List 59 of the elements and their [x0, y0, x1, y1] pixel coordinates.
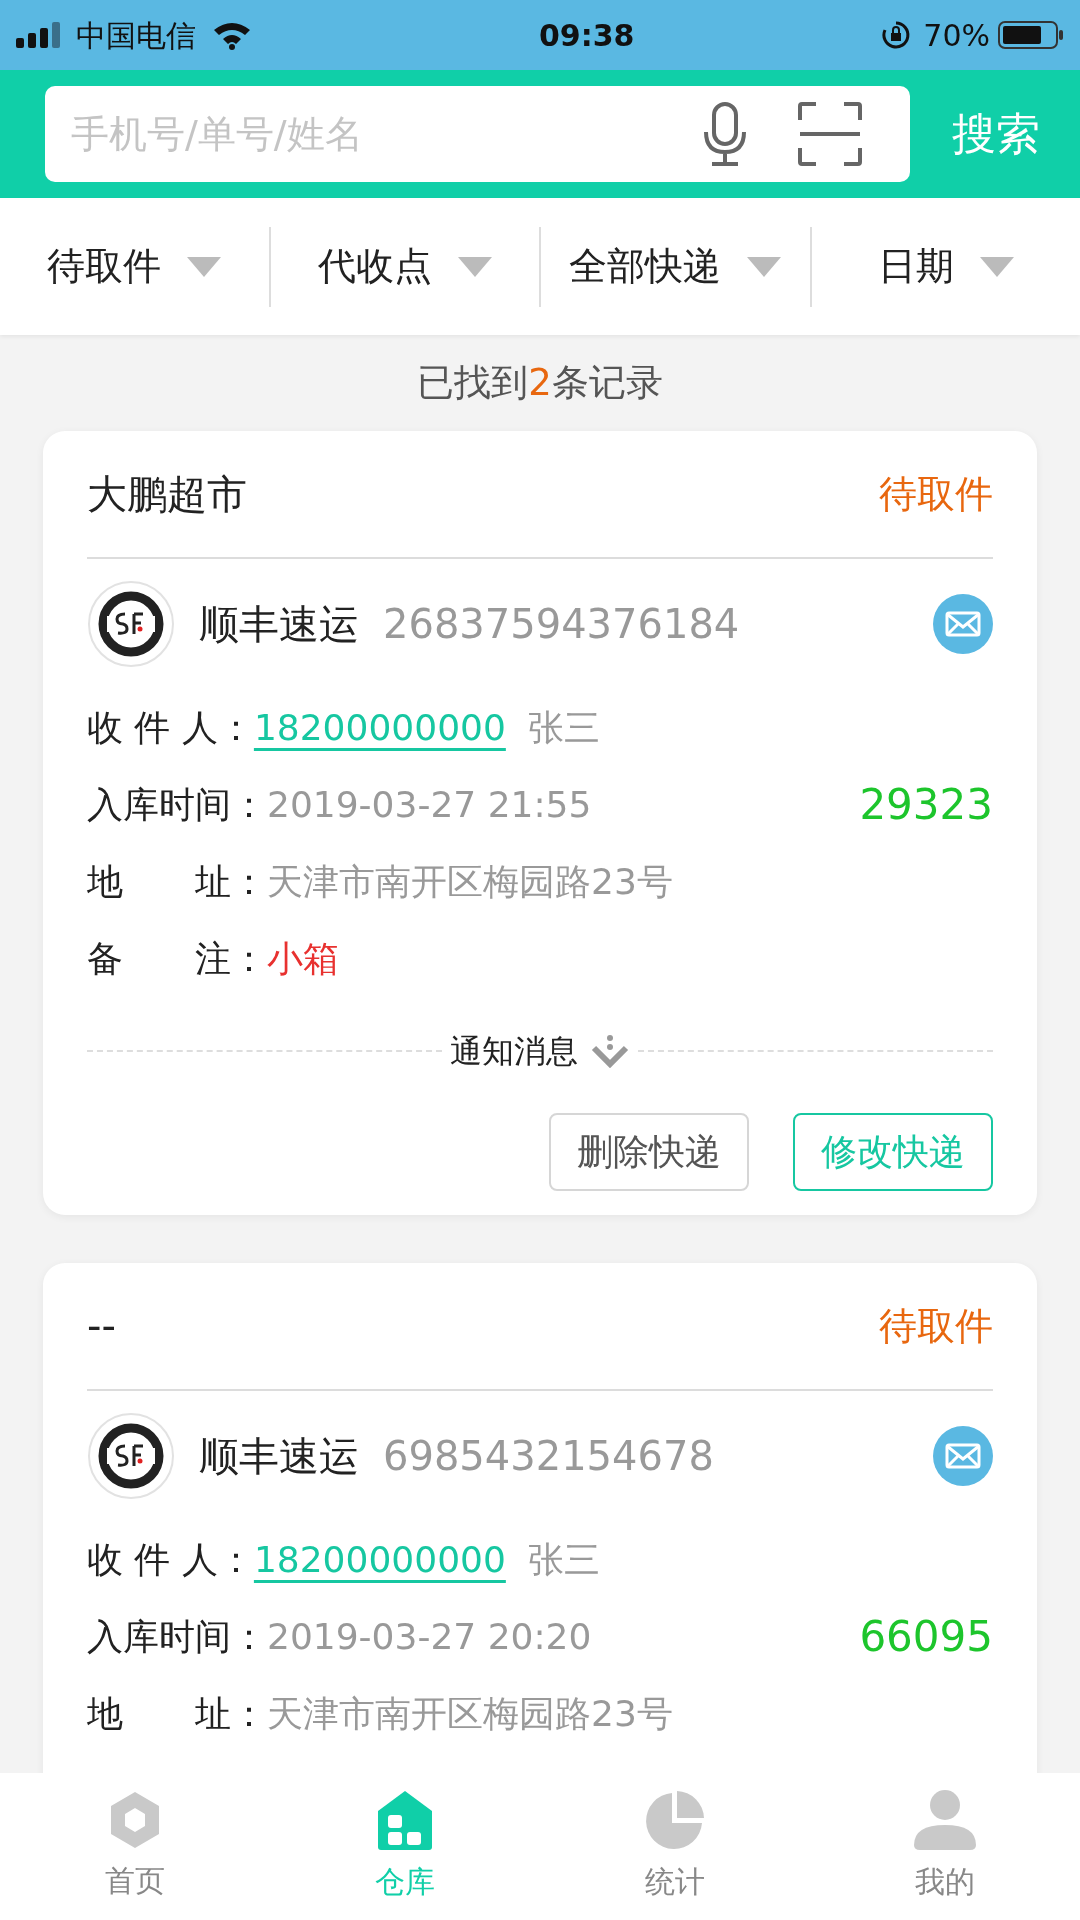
field-label: 入库时间： — [87, 1614, 267, 1659]
courier-name: 顺丰速运 — [199, 1432, 359, 1481]
field-label: 地 址： — [87, 1691, 267, 1736]
address: 天津市南开区梅园路23号 — [267, 1691, 673, 1736]
pie-chart-icon — [644, 1789, 706, 1851]
carrier-name: 中国电信 — [76, 16, 196, 55]
field-label: 备 注： — [87, 936, 267, 981]
store-name: 大鹏超市 — [87, 470, 247, 519]
storage-time: 2019-03-27 21:55 — [267, 782, 592, 827]
recipient-name: 张三 — [527, 1537, 600, 1582]
caret-icon — [187, 256, 222, 277]
wifi-icon — [212, 20, 252, 50]
result-count: 已找到2条记录 — [417, 360, 663, 407]
search-field[interactable]: 手机号/单号/姓名 — [71, 105, 702, 163]
field-label: 收 件 人： — [87, 1537, 254, 1582]
search-button[interactable]: 搜索 — [952, 101, 1040, 167]
caret-icon — [457, 256, 492, 277]
tracking-number: 26837594376184 — [383, 600, 740, 649]
search-box[interactable]: 手机号/单号/姓名 — [45, 86, 910, 182]
phone-link[interactable]: 18200000000 — [253, 700, 506, 755]
storage-time: 2019-03-27 20:20 — [267, 1614, 592, 1659]
caret-icon — [979, 256, 1014, 277]
tracking-number: 6985432154678 — [383, 1432, 714, 1481]
nav-tab[interactable]: 仓库 — [270, 1773, 540, 1920]
chevron-down-icon — [590, 1034, 630, 1068]
user-icon — [912, 1789, 978, 1851]
rotation-lock-icon — [881, 20, 912, 50]
filter-dropdown[interactable]: 代收点 — [317, 238, 492, 295]
microphone-icon[interactable] — [702, 102, 748, 166]
nav-tab[interactable]: 我的 — [810, 1773, 1080, 1920]
caret-icon — [747, 256, 782, 277]
battery-icon — [998, 20, 1064, 50]
pickup-code: 29323 — [859, 779, 993, 831]
address: 天津市南开区梅园路23号 — [267, 859, 673, 904]
delete-button[interactable]: 删除快递 — [549, 1113, 749, 1191]
filter-dropdown[interactable]: 日期 — [877, 238, 1014, 295]
filter-dropdown[interactable]: 全部快递 — [569, 238, 782, 295]
clock-time: 09:38 — [537, 16, 635, 55]
courier-name: 顺丰速运 — [199, 600, 359, 649]
filter-dropdown[interactable]: 待取件 — [47, 238, 222, 295]
status-label: 待取件 — [879, 470, 993, 518]
nav-tab[interactable]: 首页 — [0, 1773, 270, 1920]
edit-button[interactable]: 修改快递 — [793, 1113, 993, 1191]
status-label: 待取件 — [879, 1302, 993, 1350]
courier-logo-icon — [87, 580, 175, 668]
battery-percent: 70% — [923, 16, 990, 55]
courier-logo-icon — [87, 1412, 175, 1500]
field-label: 地 址： — [87, 859, 267, 904]
scan-icon[interactable] — [798, 102, 862, 166]
nav-tab[interactable]: 统计 — [540, 1773, 810, 1920]
recipient-name: 张三 — [527, 705, 600, 750]
note: 小箱 — [267, 936, 339, 981]
pickup-code: 66095 — [859, 1611, 993, 1663]
store-name: -- — [87, 1302, 116, 1351]
house-icon — [376, 1789, 434, 1851]
notice-toggle[interactable]: 通知消息 — [442, 1027, 638, 1075]
field-label: 收 件 人： — [87, 705, 254, 750]
phone-link[interactable]: 18200000000 — [253, 1532, 506, 1587]
field-label: 入库时间： — [87, 782, 267, 827]
